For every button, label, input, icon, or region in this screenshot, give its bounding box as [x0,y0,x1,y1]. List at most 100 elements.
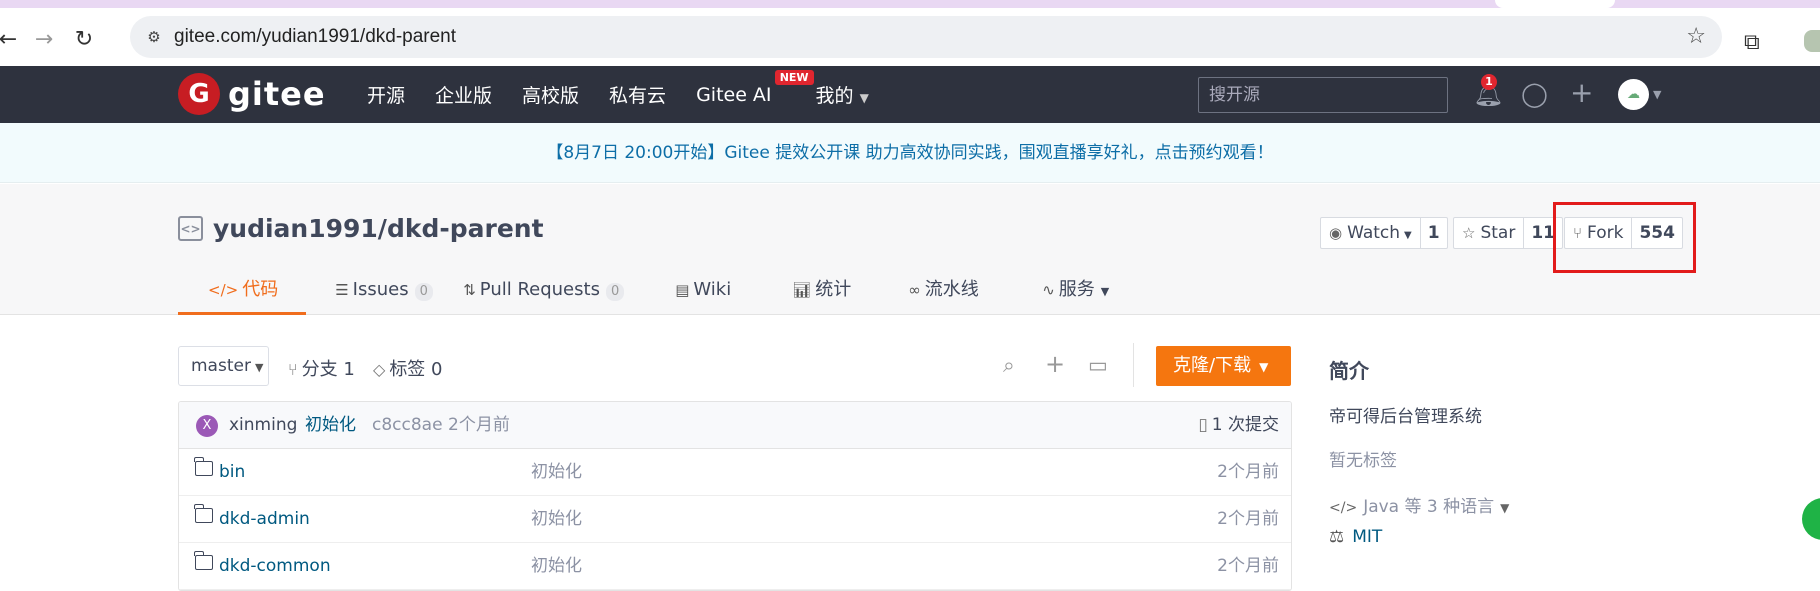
profile-icon[interactable] [1804,30,1820,52]
nav-item-opensource[interactable]: 开源 [367,81,405,108]
logo-text: gitee [228,75,326,113]
code-icon: </> [208,281,239,299]
chevron-down-icon: ▼ [1100,285,1110,298]
book-icon: ▤ [675,281,690,299]
commit-message[interactable]: 初始化 [305,402,356,449]
lightbulb-icon[interactable]: ◯ [1521,80,1548,108]
extensions-icon[interactable]: ⧉ [1744,30,1760,55]
file-name[interactable]: bin [219,449,245,496]
tab-issues-label: Issues [352,279,409,300]
toolbar-divider [1133,343,1134,387]
file-name[interactable]: dkd-common [219,543,331,590]
repo-name[interactable]: yudian1991/dkd-parent [213,214,544,243]
license-label: MIT [1352,527,1383,547]
language-selector[interactable]: </> Java 等 3 种语言 ▼ [1329,492,1509,517]
watch-count[interactable]: 1 [1421,218,1447,248]
chevron-down-icon: ▼ [1500,501,1510,515]
document-icon: ▯ [1198,415,1208,435]
scale-icon: ⚖ [1329,527,1345,547]
folder-icon [194,457,213,476]
chevron-down-icon: ▼ [1259,360,1269,374]
chevron-down-icon: ▼ [254,361,264,374]
site-header: G gitee 开源 企业版 高校版 私有云 Gitee AI NEW 我的 ▼ 搜… [0,66,1820,123]
site-settings-icon[interactable]: ⚙ [144,27,164,47]
tags-label: 标签 0 [389,359,443,380]
watch-button[interactable]: ◉ Watch ▼ [1321,218,1421,248]
issues-count: 0 [414,283,433,301]
avatar[interactable]: X [196,415,218,437]
folder-icon [194,504,213,523]
tab-stats-label: 统计 [815,279,852,300]
main-nav: 开源 企业版 高校版 私有云 Gitee AI NEW 我的 ▼ [367,66,899,123]
tab-issues[interactable]: ☰ Issues 0 [306,270,463,315]
star-icon: ☆ [1462,224,1476,242]
pulse-icon: ∿ [1042,281,1055,299]
tab-pull-requests[interactable]: ⇅ Pull Requests 0 [463,270,675,315]
nav-item-gitee-ai[interactable]: Gitee AI NEW [696,69,814,106]
pull-requests-count: 0 [605,283,625,301]
star-button[interactable]: ☆ Star [1454,218,1525,248]
plus-icon[interactable]: + [1570,76,1593,109]
browser-tabstrip [0,0,1820,8]
tab-wiki-label: Wiki [693,279,732,300]
arrow-left-icon[interactable]: ← [0,26,22,54]
pipeline-icon: ∞ [908,281,921,299]
commit-author[interactable]: xinming [229,402,297,449]
license-link[interactable]: ⚖ MIT [1329,527,1382,547]
code-icon: </> [1329,500,1358,516]
pull-request-icon: ⇅ [463,281,476,299]
tab-pull-requests-label: Pull Requests [479,279,600,300]
bookmark-star-icon[interactable]: ☆ [1686,24,1706,49]
nav-item-enterprise[interactable]: 企业版 [435,81,492,108]
plus-icon[interactable]: + [1045,350,1065,378]
gitee-logo[interactable]: G gitee [178,73,326,115]
monitor-icon[interactable]: ▭ [1088,353,1108,377]
arrow-right-icon[interactable]: → [30,26,58,54]
tab-pipeline[interactable]: ∞ 流水线 [908,270,1042,315]
code-repo-icon: <> [178,216,203,241]
file-time: 2个月前 [1217,462,1279,482]
tab-services[interactable]: ∿ 服务 ▼ [1042,270,1109,315]
commit-count-link[interactable]: ▯ 1 次提交 [1198,402,1279,449]
file-commit-message[interactable]: 初始化 [531,496,582,543]
file-commit-message[interactable]: 初始化 [531,543,582,590]
tags-link[interactable]: ◇ 标签 0 [373,355,443,381]
commit-time: 2个月前 [448,415,510,435]
notification-badge: 1 [1481,74,1497,90]
user-menu[interactable]: ☁ ▼ [1618,79,1661,110]
commit-count: 1 次提交 [1211,415,1279,435]
nav-item-private-cloud[interactable]: 私有云 [609,81,666,108]
file-list: X xinming 初始化 c8cc8ae 2个月前 ▯ 1 次提交 bin 初始… [178,401,1292,591]
branch-select[interactable]: master ▼ [178,346,269,386]
gitee-logo-icon: G [178,73,220,115]
url-text[interactable]: gitee.com/yudian1991/dkd-parent [174,16,456,58]
clone-download-button[interactable]: 克隆/下载 ▼ [1156,346,1291,386]
tab-stats[interactable]: 📊︎ 统计 [792,270,908,315]
tab-code[interactable]: </> 代码 [178,270,307,315]
bar-chart-icon: 📊︎ [792,281,812,299]
table-row: dkd-admin 初始化 2个月前 [179,496,1291,543]
branches-link[interactable]: ⑂ 分支 1 [288,355,355,381]
promo-banner[interactable]: 【8月7日 20:00开始】Gitee 提效公开课 助力高效协同实践，围观直播享… [0,123,1820,183]
repo-title: <> yudian1991/dkd-parent [178,214,544,243]
reload-icon[interactable]: ↻ [70,26,98,54]
table-row: dkd-common 初始化 2个月前 [179,543,1291,590]
browser-tab-edge [1495,0,1615,8]
file-name[interactable]: dkd-admin [219,496,310,543]
nav-item-university[interactable]: 高校版 [522,81,579,108]
folder-icon [194,551,213,570]
file-commit-message[interactable]: 初始化 [531,449,582,496]
search-input[interactable]: 搜开源 [1198,77,1448,113]
tab-wiki[interactable]: ▤ Wiki [675,270,792,315]
nav-item-mine[interactable]: 我的 ▼ [816,81,869,108]
tag-icon: ◇ [373,360,386,379]
search-icon[interactable]: ⌕ [1003,353,1015,378]
eye-icon: ◉ [1329,224,1343,242]
address-bar[interactable]: ⚙ gitee.com/yudian1991/dkd-parent ☆ [130,16,1722,58]
repo-description: 帝可得后台管理系统 [1329,407,1482,427]
file-time: 2个月前 [1217,556,1279,576]
floating-help-button[interactable] [1802,498,1820,540]
commit-hash[interactable]: c8cc8ae [372,402,443,449]
watch-label: Watch [1347,223,1401,243]
star-button-group: ☆ Star 11 [1453,217,1563,249]
